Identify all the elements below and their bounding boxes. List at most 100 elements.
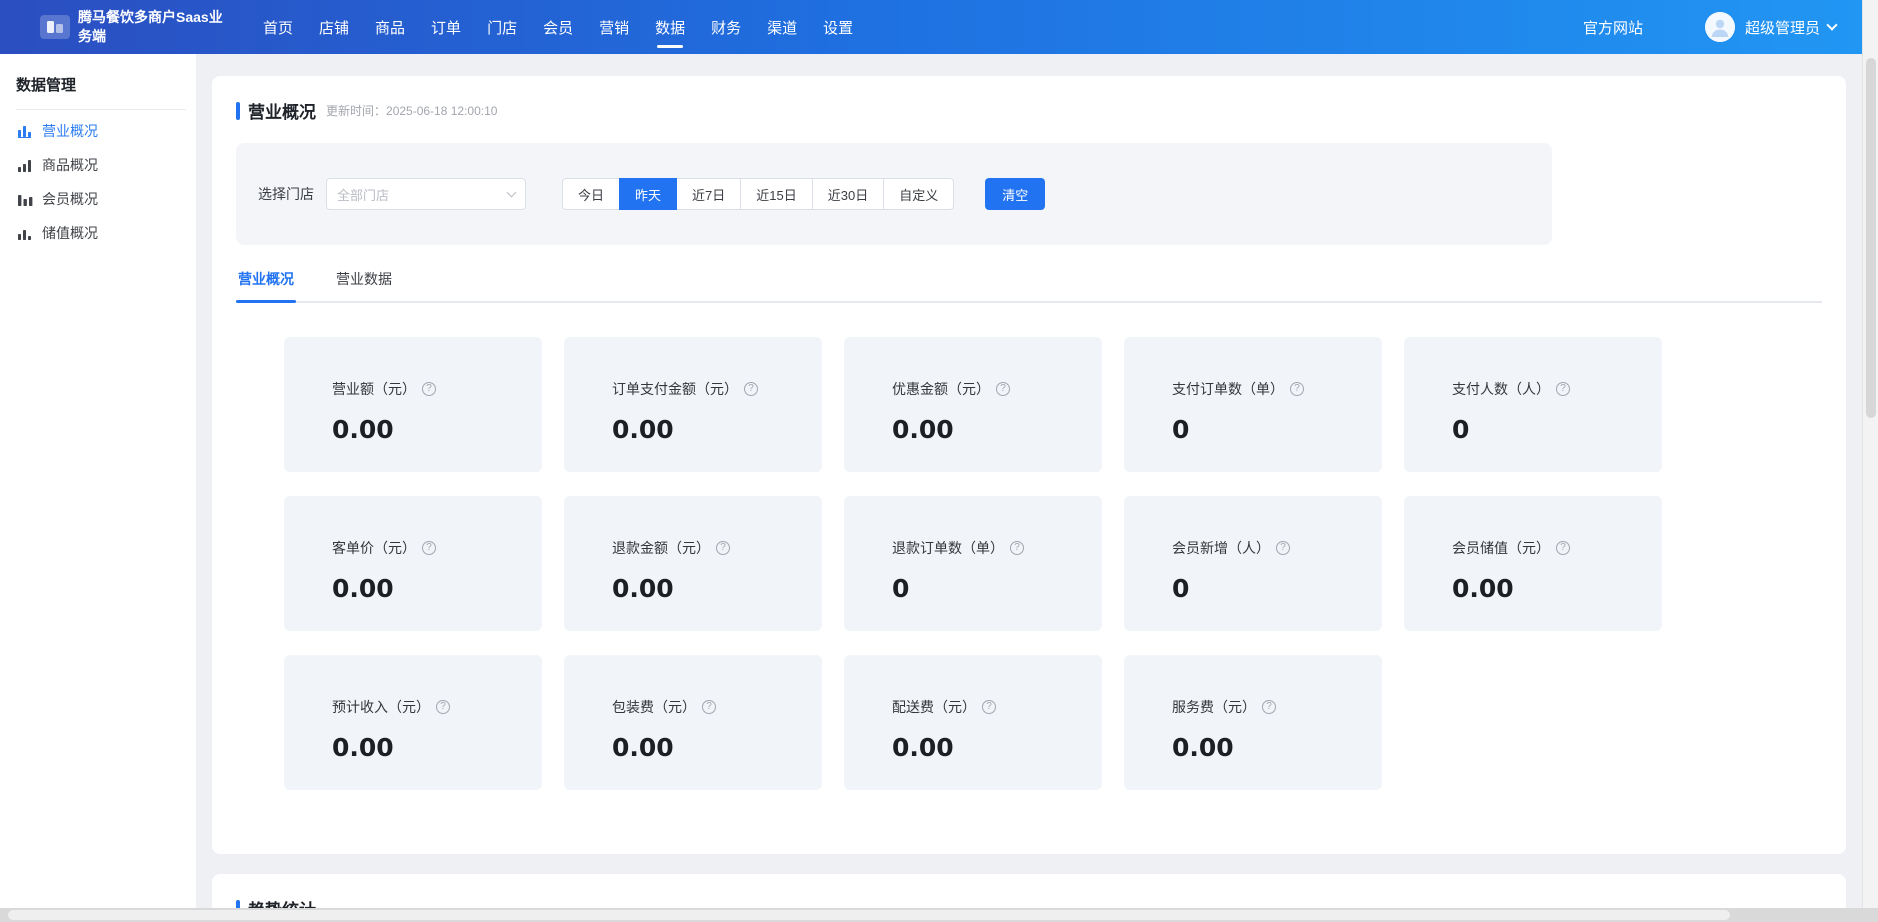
nav-label: 店铺 bbox=[319, 17, 349, 38]
main-content: 营业概况 更新时间：2025-06-18 12:00:10 选择门店 全部门店 … bbox=[196, 54, 1862, 922]
nav-item-channel[interactable]: 渠道 bbox=[754, 0, 810, 54]
nav-item-finance[interactable]: 财务 bbox=[698, 0, 754, 54]
stat-card-paying-users: 支付人数（人）? 0 bbox=[1404, 337, 1662, 472]
tab-label: 营业数据 bbox=[336, 271, 392, 287]
nav-item-home[interactable]: 首页 bbox=[250, 0, 306, 54]
tab-business-overview[interactable]: 营业概况 bbox=[236, 269, 296, 301]
clear-button[interactable]: 清空 bbox=[985, 178, 1045, 210]
help-icon[interactable]: ? bbox=[996, 382, 1010, 396]
date-btn-custom[interactable]: 自定义 bbox=[883, 178, 954, 210]
date-btn-15days[interactable]: 近15日 bbox=[740, 178, 812, 210]
nav-item-member[interactable]: 会员 bbox=[530, 0, 586, 54]
help-icon[interactable]: ? bbox=[716, 541, 730, 555]
business-overview-panel: 营业概况 更新时间：2025-06-18 12:00:10 选择门店 全部门店 … bbox=[212, 76, 1846, 854]
tab-business-data[interactable]: 营业数据 bbox=[334, 269, 394, 301]
stat-card-refund-orders: 退款订单数（单）? 0 bbox=[844, 496, 1102, 631]
horizontal-scrollbar[interactable] bbox=[0, 908, 1878, 922]
help-icon[interactable]: ? bbox=[436, 700, 450, 714]
stat-card-packaging-fee: 包装费（元）? 0.00 bbox=[564, 655, 822, 790]
section-accent-bar bbox=[236, 102, 240, 120]
stat-value: 0.00 bbox=[612, 415, 822, 444]
nav-item-data[interactable]: 数据 bbox=[642, 0, 698, 54]
nav-item-order[interactable]: 订单 bbox=[418, 0, 474, 54]
nav-label: 设置 bbox=[823, 17, 853, 38]
section-head: 营业概况 更新时间：2025-06-18 12:00:10 bbox=[236, 76, 1822, 123]
nav-item-shop[interactable]: 店铺 bbox=[306, 0, 362, 54]
help-icon[interactable]: ? bbox=[702, 700, 716, 714]
help-icon[interactable]: ? bbox=[1556, 541, 1570, 555]
stat-value: 0 bbox=[1172, 574, 1382, 603]
nav-label: 营销 bbox=[599, 17, 629, 38]
nav-item-goods[interactable]: 商品 bbox=[362, 0, 418, 54]
app-logo[interactable]: 腾马餐饮多商户Saas业务端 bbox=[40, 8, 236, 46]
app-logo-icon bbox=[40, 15, 70, 39]
help-icon[interactable]: ? bbox=[1276, 541, 1290, 555]
tab-label: 营业概况 bbox=[238, 271, 294, 287]
help-icon[interactable]: ? bbox=[1290, 382, 1304, 396]
date-btn-yesterday[interactable]: 昨天 bbox=[619, 178, 677, 210]
nav-item-marketing[interactable]: 营销 bbox=[586, 0, 642, 54]
sidebar-item-label: 商品概况 bbox=[42, 155, 98, 175]
stat-card-expected-income: 预计收入（元）? 0.00 bbox=[284, 655, 542, 790]
help-icon[interactable]: ? bbox=[1262, 700, 1276, 714]
stat-card-new-members: 会员新增（人）? 0 bbox=[1124, 496, 1382, 631]
official-website-link[interactable]: 官方网站 bbox=[1583, 17, 1643, 38]
sidebar: 数据管理 营业概况 商品概况 会员概况 储值概况 bbox=[0, 54, 196, 922]
vertical-scrollbar[interactable] bbox=[1862, 0, 1878, 922]
stat-card-paid-orders: 支付订单数（单）? 0 bbox=[1124, 337, 1382, 472]
stat-value: 0.00 bbox=[332, 574, 542, 603]
top-header: 腾马餐饮多商户Saas业务端 首页 店铺 商品 订单 门店 会员 营销 数据 财… bbox=[0, 0, 1862, 54]
user-avatar[interactable] bbox=[1705, 12, 1735, 42]
bar-chart-icon bbox=[18, 158, 33, 172]
sidebar-item-business-overview[interactable]: 营业概况 bbox=[0, 114, 196, 148]
active-tab-underline bbox=[236, 300, 296, 303]
stat-value: 0.00 bbox=[612, 733, 822, 762]
active-nav-underline bbox=[657, 45, 683, 48]
help-icon[interactable]: ? bbox=[422, 541, 436, 555]
vertical-scrollbar-thumb[interactable] bbox=[1866, 58, 1876, 418]
sidebar-item-goods-overview[interactable]: 商品概况 bbox=[0, 148, 196, 182]
horizontal-scrollbar-thumb[interactable] bbox=[8, 910, 1730, 920]
bar-chart-icon bbox=[18, 192, 33, 206]
date-btn-7days[interactable]: 近7日 bbox=[676, 178, 741, 210]
stat-value: 0 bbox=[892, 574, 1102, 603]
help-icon[interactable]: ? bbox=[1556, 382, 1570, 396]
nav-label: 首页 bbox=[263, 17, 293, 38]
app-title: 腾马餐饮多商户Saas业务端 bbox=[78, 8, 236, 46]
update-time-label: 更新时间： bbox=[326, 104, 386, 118]
help-icon[interactable]: ? bbox=[1010, 541, 1024, 555]
help-icon[interactable]: ? bbox=[982, 700, 996, 714]
help-icon[interactable]: ? bbox=[744, 382, 758, 396]
stat-card-service-fee: 服务费（元）? 0.00 bbox=[1124, 655, 1382, 790]
stat-label: 订单支付金额（元） bbox=[612, 379, 738, 399]
user-name[interactable]: 超级管理员 bbox=[1745, 17, 1820, 38]
date-btn-30days[interactable]: 近30日 bbox=[812, 178, 884, 210]
person-icon bbox=[1705, 12, 1735, 42]
date-btn-today[interactable]: 今日 bbox=[562, 178, 620, 210]
stat-label: 包装费（元） bbox=[612, 697, 696, 717]
nav-label: 数据 bbox=[655, 17, 685, 38]
sidebar-item-stored-value-overview[interactable]: 储值概况 bbox=[0, 216, 196, 250]
nav-item-settings[interactable]: 设置 bbox=[810, 0, 866, 54]
help-icon[interactable]: ? bbox=[422, 382, 436, 396]
top-nav: 首页 店铺 商品 订单 门店 会员 营销 数据 财务 渠道 设置 bbox=[250, 0, 866, 54]
stat-value: 0.00 bbox=[892, 733, 1102, 762]
stat-value: 0 bbox=[1452, 415, 1662, 444]
stat-label: 营业额（元） bbox=[332, 379, 416, 399]
stat-label: 预计收入（元） bbox=[332, 697, 430, 717]
bar-chart-icon bbox=[18, 124, 33, 138]
stat-label: 服务费（元） bbox=[1172, 697, 1256, 717]
store-select[interactable]: 全部门店 bbox=[326, 178, 526, 210]
stat-label: 优惠金额（元） bbox=[892, 379, 990, 399]
stat-label: 支付人数（人） bbox=[1452, 379, 1550, 399]
stat-label: 配送费（元） bbox=[892, 697, 976, 717]
sidebar-item-label: 会员概况 bbox=[42, 189, 98, 209]
header-right: 官方网站 超级管理员 bbox=[1583, 12, 1836, 42]
nav-item-store[interactable]: 门店 bbox=[474, 0, 530, 54]
stat-value: 0.00 bbox=[612, 574, 822, 603]
chevron-down-icon[interactable] bbox=[1826, 19, 1837, 30]
update-time-value: 2025-06-18 12:00:10 bbox=[386, 104, 497, 118]
date-range-group: 今日 昨天 近7日 近15日 近30日 自定义 bbox=[562, 178, 954, 210]
stat-label: 会员储值（元） bbox=[1452, 538, 1550, 558]
sidebar-item-member-overview[interactable]: 会员概况 bbox=[0, 182, 196, 216]
